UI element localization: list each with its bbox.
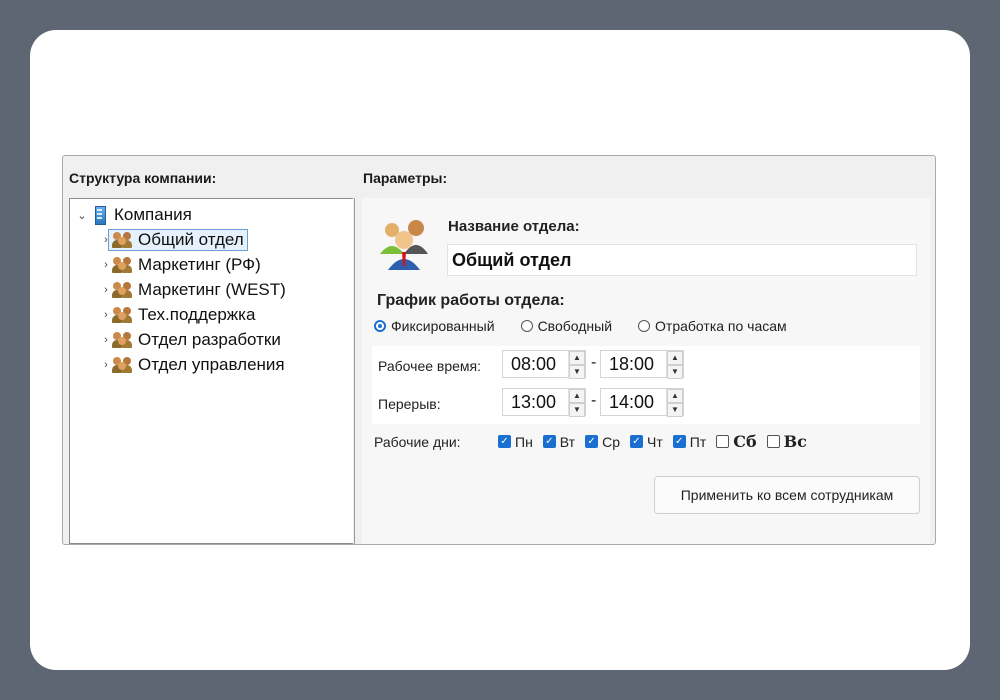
day-checkbox-tue[interactable]: ✓ Вт <box>542 433 576 450</box>
company-settings-window: Структура компании: Параметры: ⌄ Компани… <box>62 155 936 545</box>
break-end-value[interactable]: 14:00 <box>601 392 666 413</box>
checkbox-unchecked[interactable] <box>766 435 780 448</box>
day-checkbox-wed[interactable]: ✓ Ср <box>585 434 620 450</box>
tree-item-label: Общий отдел <box>138 230 244 249</box>
spin-arrows: ▲ ▼ <box>568 389 585 417</box>
day-label: Ср <box>602 433 620 450</box>
schedule-radio-group: Фиксированный Свободный Отработка по час… <box>374 318 813 334</box>
day-label: Чт <box>647 433 663 450</box>
checkbox-checked[interactable]: ✓ <box>630 435 643 448</box>
structure-title: Структура компании: <box>69 170 217 186</box>
group-users-icon <box>112 306 134 324</box>
radio-fixed[interactable]: Фиксированный <box>374 318 495 334</box>
tree-item[interactable]: › Отдел управления <box>100 353 285 377</box>
time-dash: - <box>591 392 597 409</box>
spin-down-icon[interactable]: ▼ <box>667 365 683 379</box>
spin-arrows: ▲ ▼ <box>666 389 683 417</box>
schedule-label: График работы отдела: <box>377 292 565 309</box>
radio-fixed-label: Фиксированный <box>391 318 495 334</box>
spin-arrows: ▲ ▼ <box>666 351 683 379</box>
radio-hours-label: Отработка по часам <box>655 318 787 334</box>
group-users-icon <box>112 256 134 274</box>
chevron-right-icon[interactable]: › <box>100 259 112 271</box>
group-users-icon <box>112 281 134 299</box>
spin-down-icon[interactable]: ▼ <box>569 403 585 417</box>
work-days-row: Рабочие дни: ✓ Пн ✓ Вт ✓ Ср ✓ Чт ✓ Пт Сб… <box>374 432 817 451</box>
radio-free-label: Свободный <box>537 318 613 334</box>
time-dash: - <box>591 354 597 371</box>
parameters-title: Параметры: <box>363 170 448 186</box>
break-label: Перерыв: <box>378 396 441 412</box>
spin-arrows: ▲ ▼ <box>568 351 585 379</box>
tree-item-label: Маркетинг (РФ) <box>138 255 261 274</box>
spin-up-icon[interactable]: ▲ <box>569 351 585 365</box>
checkbox-checked[interactable]: ✓ <box>672 435 686 448</box>
tree-item-label: Тех.поддержка <box>138 305 256 324</box>
chevron-right-icon[interactable]: › <box>100 309 112 321</box>
parameters-panel: Название отдела: Общий отдел График рабо… <box>362 198 930 544</box>
chevron-right-icon[interactable]: › <box>100 284 112 296</box>
day-checkbox-sat[interactable]: Сб <box>716 432 757 451</box>
radio-free[interactable]: Свободный <box>520 318 613 334</box>
day-label: Пн <box>515 433 533 450</box>
checkbox-checked[interactable]: ✓ <box>542 435 556 448</box>
break-start-value[interactable]: 13:00 <box>503 392 568 413</box>
tree-item-label: Маркетинг (WEST) <box>138 280 286 299</box>
group-users-icon <box>112 356 134 374</box>
department-people-icon <box>380 220 428 270</box>
time-settings-box: Рабочее время: 08:00 ▲ ▼ - 18:00 ▲ ▼ Пер… <box>372 346 920 424</box>
company-tree[interactable]: ⌄ Компания › Общий отдел › Маркетинг (РФ… <box>69 198 353 544</box>
work-start-stepper[interactable]: 08:00 ▲ ▼ <box>502 350 586 379</box>
radio-dot-selected[interactable] <box>374 320 386 332</box>
day-label: Вс <box>783 432 807 451</box>
spin-up-icon[interactable]: ▲ <box>667 351 683 365</box>
tree-item[interactable]: › Маркетинг (РФ) <box>100 253 261 277</box>
chevron-down-icon[interactable]: ⌄ <box>76 209 88 222</box>
day-label: Сб <box>733 432 757 451</box>
tree-root-label: Компания <box>114 205 192 224</box>
work-start-value[interactable]: 08:00 <box>503 354 568 375</box>
building-icon <box>92 206 108 225</box>
work-time-label: Рабочее время: <box>378 358 482 374</box>
tree-item-selected[interactable]: Общий отдел <box>108 229 248 251</box>
break-start-stepper[interactable]: 13:00 ▲ ▼ <box>502 388 586 417</box>
tree-item[interactable]: › Общий отдел <box>100 228 248 252</box>
spin-up-icon[interactable]: ▲ <box>667 389 683 403</box>
apply-to-all-button[interactable]: Применить ко всем сотрудникам <box>654 476 920 514</box>
spin-up-icon[interactable]: ▲ <box>569 389 585 403</box>
radio-dot[interactable] <box>520 320 533 332</box>
work-end-value[interactable]: 18:00 <box>601 354 666 375</box>
day-label: Пт <box>689 433 707 450</box>
pane-divider[interactable] <box>354 198 355 544</box>
work-days-label: Рабочие дни: <box>374 433 461 450</box>
tree-item[interactable]: › Тех.поддержка <box>100 303 255 327</box>
day-checkbox-sun[interactable]: Вс <box>766 432 807 451</box>
dept-name-label: Название отдела: <box>448 218 580 235</box>
tree-item-label: Отдел управления <box>138 355 285 374</box>
checkbox-checked[interactable]: ✓ <box>585 435 599 448</box>
day-checkbox-thu[interactable]: ✓ Чт <box>630 434 663 450</box>
spin-down-icon[interactable]: ▼ <box>667 403 683 417</box>
work-end-stepper[interactable]: 18:00 ▲ ▼ <box>600 350 684 379</box>
checkbox-unchecked[interactable] <box>716 435 730 448</box>
tree-item-label: Отдел разработки <box>138 330 281 349</box>
tree-item[interactable]: › Отдел разработки <box>100 328 281 352</box>
tree-root[interactable]: ⌄ Компания <box>76 203 192 227</box>
break-end-stepper[interactable]: 14:00 ▲ ▼ <box>600 388 684 417</box>
day-checkbox-fri[interactable]: ✓ Пт <box>672 433 707 450</box>
checkbox-checked[interactable]: ✓ <box>498 435 511 448</box>
radio-dot[interactable] <box>638 320 651 332</box>
group-users-icon <box>112 331 134 349</box>
dept-name-field[interactable]: Общий отдел <box>447 244 917 276</box>
day-checkbox-mon[interactable]: ✓ Пн <box>498 434 533 450</box>
group-users-icon <box>112 231 134 249</box>
radio-hours[interactable]: Отработка по часам <box>638 318 787 334</box>
chevron-right-icon[interactable]: › <box>100 334 112 346</box>
spin-down-icon[interactable]: ▼ <box>569 365 585 379</box>
chevron-right-icon[interactable]: › <box>100 359 112 371</box>
tree-item[interactable]: › Маркетинг (WEST) <box>100 278 286 302</box>
day-label: Вт <box>559 433 576 450</box>
